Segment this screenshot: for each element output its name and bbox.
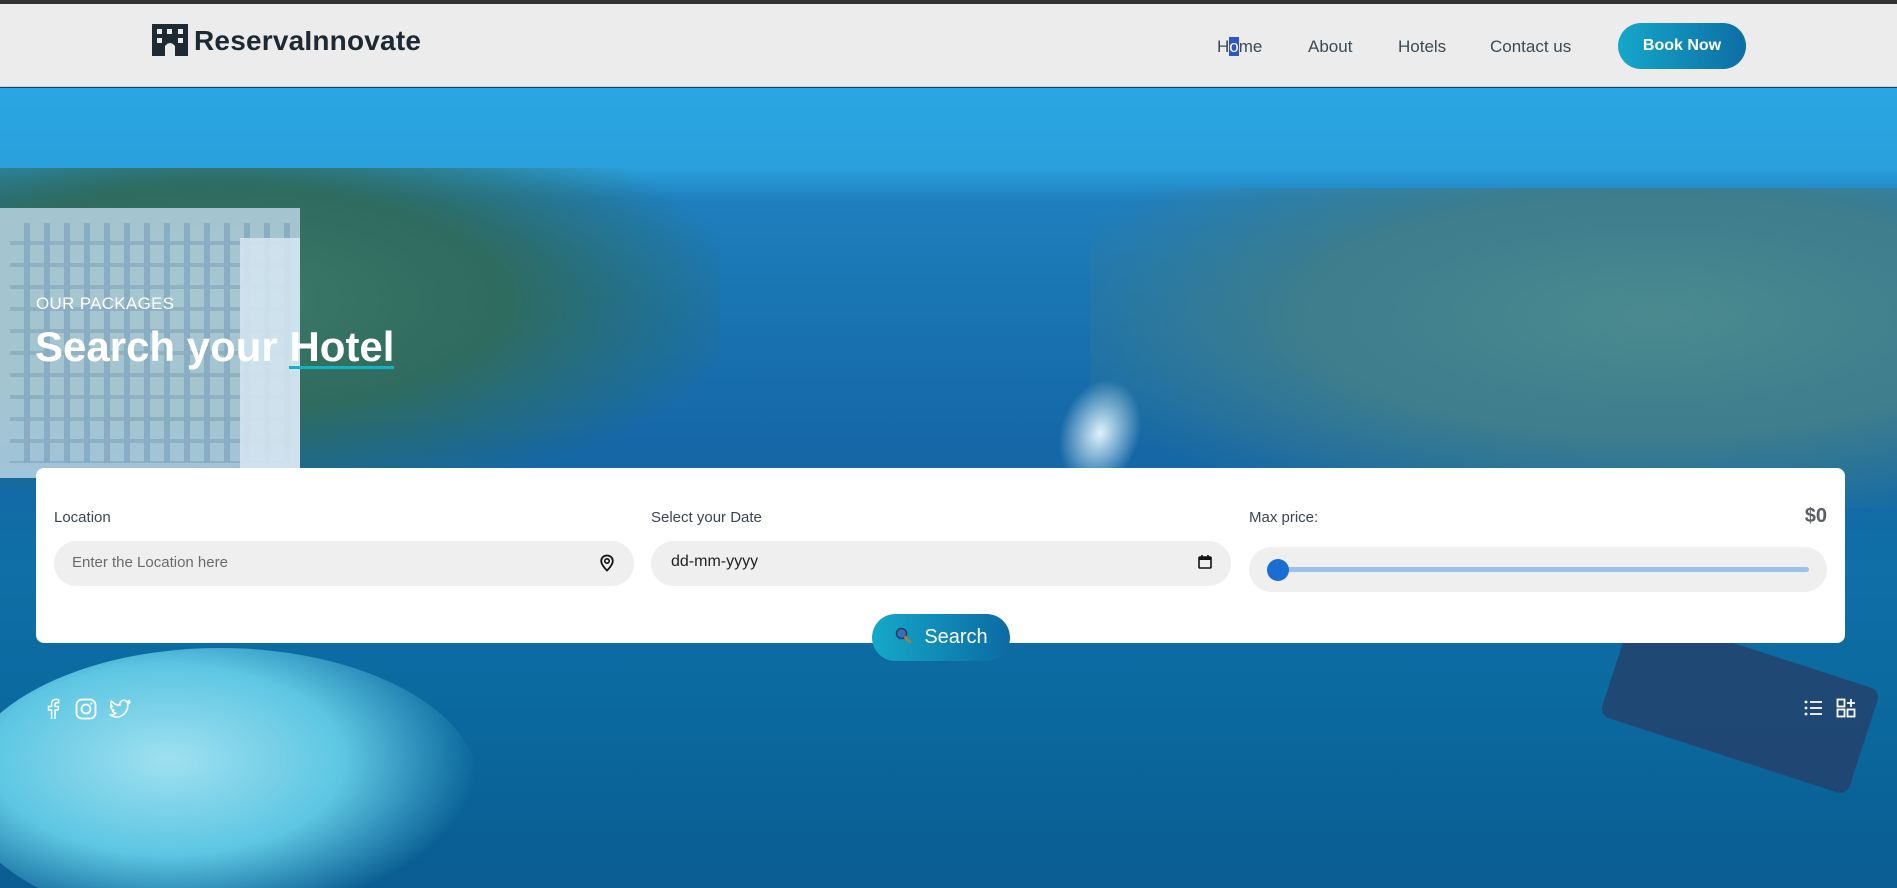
slider-track[interactable] bbox=[1269, 567, 1809, 572]
location-label: Location bbox=[54, 509, 111, 526]
map-pin-icon bbox=[598, 554, 616, 577]
facebook-icon[interactable] bbox=[44, 698, 62, 725]
hero-title-main: Search your bbox=[35, 323, 290, 370]
price-label: Max price: bbox=[1249, 509, 1319, 526]
hero-title: Search your Hotel bbox=[35, 322, 394, 372]
twitter-icon[interactable] bbox=[108, 698, 132, 725]
logo-text: ReservaInnovate bbox=[194, 25, 422, 56]
search-button-label: Search bbox=[924, 626, 988, 648]
site-header: ReservaInnovate Home About Hotels Contac… bbox=[0, 4, 1897, 87]
nav-about[interactable]: About bbox=[1308, 37, 1352, 57]
instagram-icon[interactable] bbox=[75, 698, 97, 725]
hero-eyebrow: OUR PACKAGES bbox=[36, 294, 175, 313]
nav-home-selected-char: o bbox=[1229, 37, 1239, 56]
book-now-button[interactable]: Book Now bbox=[1618, 23, 1746, 69]
nav-home-text-b: me bbox=[1238, 37, 1263, 56]
hero-title-accent: Hotel bbox=[289, 323, 395, 370]
date-label: Select your Date bbox=[651, 509, 762, 526]
calendar-icon[interactable] bbox=[1197, 554, 1213, 575]
hero-photo-marina-right bbox=[1090, 188, 1897, 508]
date-value: dd-mm-yyyy bbox=[671, 553, 759, 570]
nav-home-text-a: H bbox=[1217, 37, 1230, 56]
magnifier-icon bbox=[894, 626, 912, 650]
location-placeholder: Enter the Location here bbox=[72, 554, 228, 571]
hero-photo-beach bbox=[0, 648, 480, 888]
site-logo[interactable]: ReservaInnovate bbox=[152, 24, 421, 56]
search-button[interactable]: Search bbox=[872, 614, 1010, 661]
location-field[interactable]: Enter the Location here bbox=[54, 541, 634, 586]
nav-contact[interactable]: Contact us bbox=[1490, 37, 1571, 57]
price-value: $0 bbox=[1804, 505, 1827, 527]
grid-add-icon[interactable] bbox=[1836, 698, 1856, 723]
nav-home[interactable]: Home bbox=[1217, 37, 1262, 57]
nav-hotels[interactable]: Hotels bbox=[1398, 37, 1446, 57]
slider-thumb[interactable] bbox=[1267, 559, 1289, 581]
list-view-icon[interactable] bbox=[1803, 698, 1823, 723]
date-field[interactable]: dd-mm-yyyy bbox=[651, 541, 1231, 586]
hotel-building-icon bbox=[152, 24, 188, 56]
max-price-slider[interactable] bbox=[1249, 547, 1827, 592]
